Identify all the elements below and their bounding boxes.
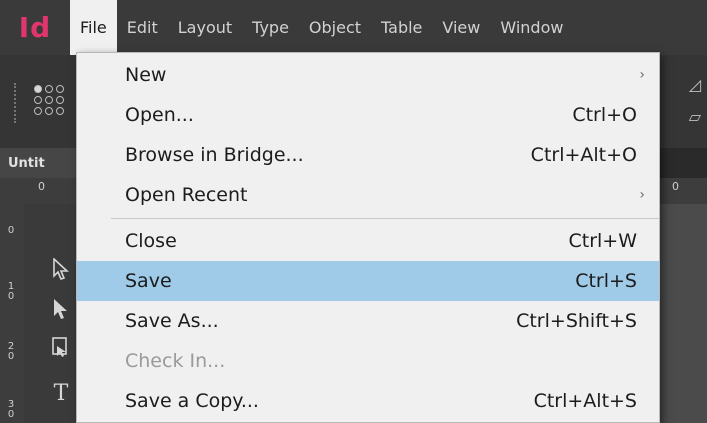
- selection-arrow-icon[interactable]: [46, 254, 76, 284]
- menu-item-shortcut: Ctrl+Shift+S: [516, 310, 637, 332]
- panel-grip-icon[interactable]: [14, 83, 20, 123]
- ruler-label: 0: [672, 180, 679, 193]
- menu-bar: Id File Edit Layout Type Object Table Vi…: [0, 0, 707, 55]
- menu-item-shortcut: Ctrl+Alt+O: [530, 144, 637, 166]
- submenu-arrow-icon: ›: [639, 187, 645, 203]
- menu-item-label: Close: [125, 230, 177, 252]
- menu-separator: [111, 218, 659, 219]
- type-tool-icon[interactable]: T: [46, 378, 76, 408]
- pasteboard[interactable]: [660, 204, 707, 423]
- ruler-label: 0: [38, 180, 45, 193]
- menu-item-label: Open Recent: [125, 184, 248, 206]
- menu-item-label: Save As...: [125, 310, 219, 332]
- menu-item-new[interactable]: New ›: [77, 55, 659, 95]
- menu-item-label: Check In...: [125, 350, 226, 372]
- menu-item-shortcut: Ctrl+S: [575, 270, 637, 292]
- menu-item-open-recent[interactable]: Open Recent ›: [77, 175, 659, 215]
- menu-layout[interactable]: Layout: [168, 0, 242, 55]
- menu-table[interactable]: Table: [371, 0, 432, 55]
- indesign-window: Id File Edit Layout Type Object Table Vi…: [0, 0, 707, 423]
- ruler-origin[interactable]: [0, 178, 24, 204]
- ruler-label: 2 0: [7, 341, 15, 362]
- menu-object[interactable]: Object: [299, 0, 371, 55]
- menu-item-save[interactable]: Save Ctrl+S: [77, 261, 659, 301]
- menu-item-check-in: Check In...: [77, 341, 659, 381]
- menu-item-shortcut: Ctrl+O: [572, 104, 637, 126]
- tools-panel: T: [24, 204, 80, 423]
- menu-item-shortcut: Ctrl+W: [568, 230, 637, 252]
- menu-item-close[interactable]: Close Ctrl+W: [77, 221, 659, 261]
- menu-item-save-as[interactable]: Save As... Ctrl+Shift+S: [77, 301, 659, 341]
- menu-item-open[interactable]: Open... Ctrl+O: [77, 95, 659, 135]
- menu-edit[interactable]: Edit: [117, 0, 168, 55]
- menu-item-shortcut: Ctrl+Alt+S: [533, 390, 637, 412]
- page-tool-icon[interactable]: [46, 332, 76, 362]
- submenu-arrow-icon: ›: [639, 67, 645, 83]
- rotate-icon[interactable]: ◿: [689, 75, 701, 94]
- menu-item-label: Save a Copy...: [125, 390, 259, 412]
- reference-point-icon[interactable]: [34, 85, 64, 115]
- ruler-label: 3 0: [7, 399, 15, 420]
- direct-selection-icon[interactable]: [46, 294, 76, 324]
- menu-file[interactable]: File: [70, 0, 117, 55]
- indesign-logo: Id: [18, 11, 52, 44]
- shear-icon[interactable]: ▱: [689, 107, 701, 126]
- vertical-ruler[interactable]: 0 1 0 2 0 3 0: [0, 204, 25, 423]
- menu-item-save-a-copy[interactable]: Save a Copy... Ctrl+Alt+S: [77, 381, 659, 421]
- menu-item-label: New: [125, 64, 167, 86]
- menu-item-label: Save: [125, 270, 172, 292]
- menu-window[interactable]: Window: [490, 0, 573, 55]
- file-menu-dropdown: New › Open... Ctrl+O Browse in Bridge...…: [76, 52, 660, 423]
- ruler-label: 1 0: [7, 281, 15, 302]
- menu-item-label: Open...: [125, 104, 194, 126]
- menu-type[interactable]: Type: [242, 0, 299, 55]
- menu-item-label: Browse in Bridge...: [125, 144, 304, 166]
- menu-item-browse-in-bridge[interactable]: Browse in Bridge... Ctrl+Alt+O: [77, 135, 659, 175]
- menu-view[interactable]: View: [432, 0, 490, 55]
- ruler-label: 0: [7, 225, 15, 236]
